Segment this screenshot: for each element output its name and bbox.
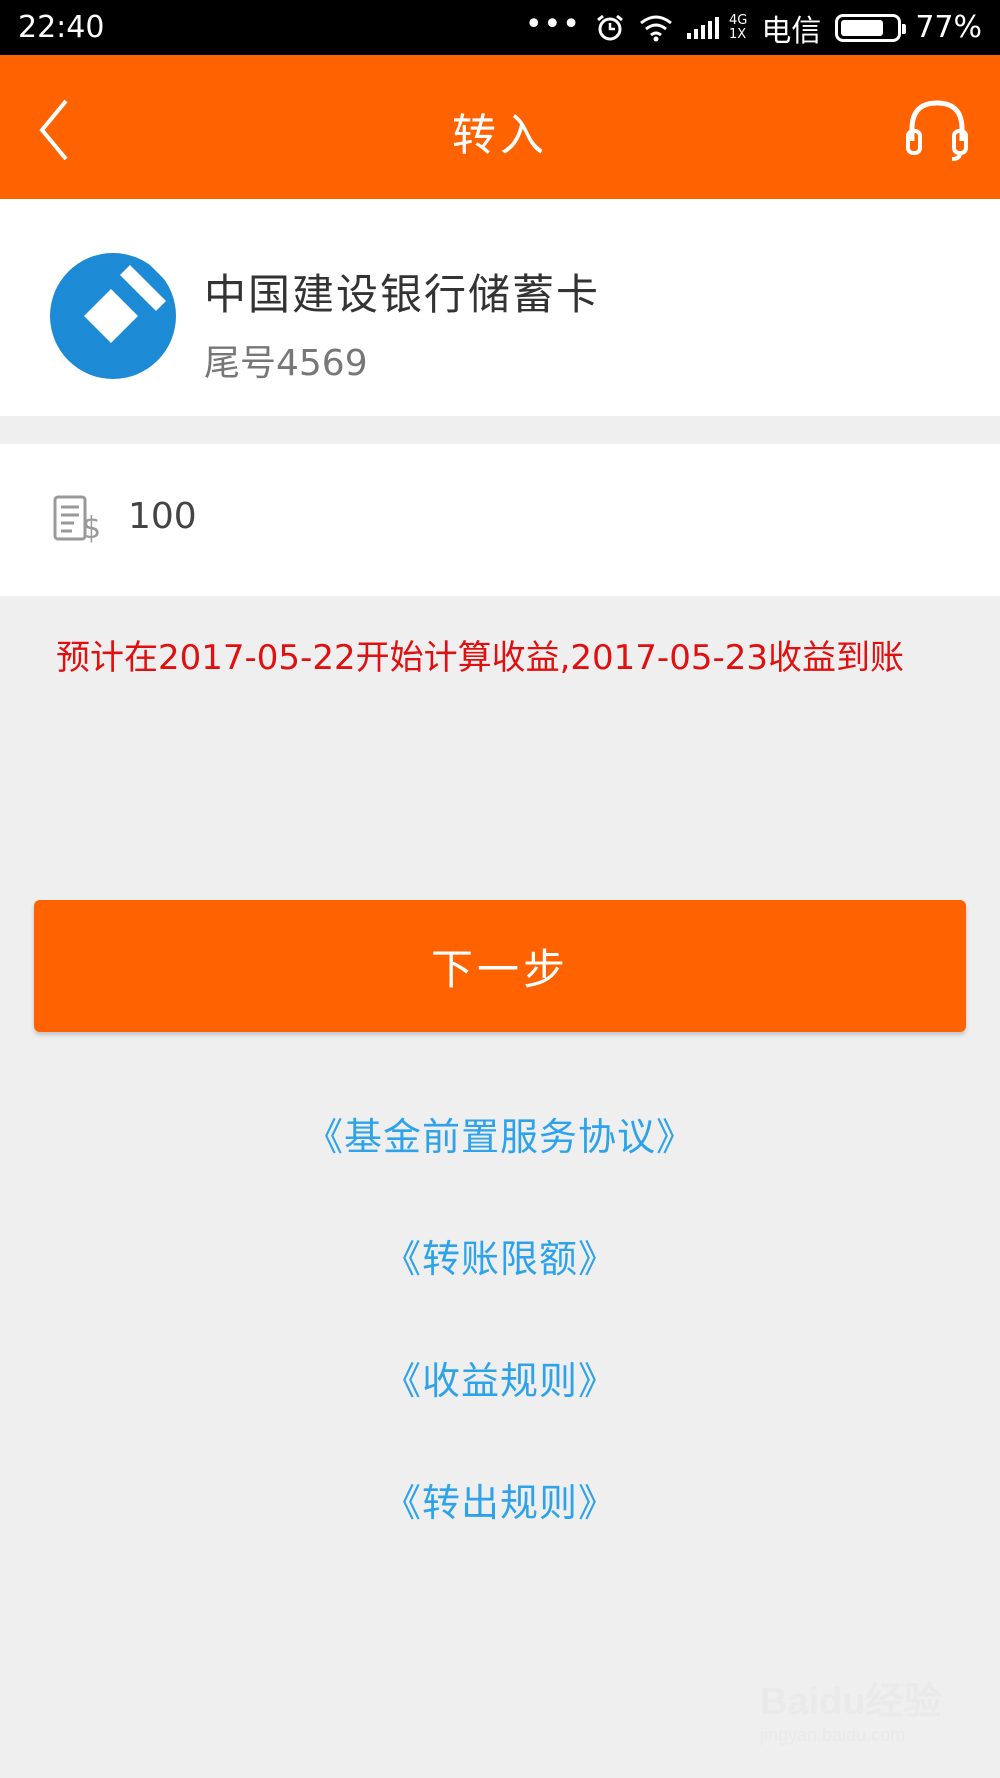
alarm-icon (595, 13, 625, 43)
status-bar: 22:40 ••• 4G 1X 电信 77% (0, 0, 1000, 55)
amount-row: $ 100 (0, 444, 1000, 596)
watermark-main: Baidu经验 (760, 1681, 942, 1723)
amount-input[interactable]: 100 (128, 496, 197, 537)
card-tail-number: 尾号4569 (204, 343, 368, 384)
status-icons: ••• 4G 1X 电信 77% (525, 6, 982, 50)
network-type-bottom: 1X (728, 26, 747, 42)
bank-name: 中国建设银行储蓄卡 (204, 270, 601, 319)
earnings-notice: 预计在2017-05-22开始计算收益,2017-05-23收益到账 (56, 638, 904, 678)
more-notifications-icon: ••• (524, 6, 581, 42)
ccb-logo-icon (50, 253, 178, 379)
wifi-icon (639, 14, 673, 42)
page-title: 转入 (452, 110, 548, 161)
svg-text:$: $ (82, 511, 101, 544)
watermark: Baidu经验 jingyan.baidu.com (760, 1670, 970, 1760)
customer-service-button[interactable] (902, 95, 972, 165)
battery-level-fill (841, 19, 883, 36)
next-step-button[interactable]: 下一步 (34, 900, 966, 1032)
bank-card-selector[interactable]: 中国建设银行储蓄卡 尾号4569 (0, 199, 1000, 416)
transfer-limit-link[interactable]: 《转账限额》 (0, 1228, 1000, 1283)
headset-icon (906, 100, 968, 161)
earnings-rules-link[interactable]: 《收益规则》 (0, 1350, 1000, 1405)
title-bar: 转入 (0, 55, 1000, 199)
fund-service-agreement-link[interactable]: 《基金前置服务协议》 (0, 1106, 1000, 1161)
cell-signal-icon (686, 15, 721, 41)
carrier-name: 电信 (761, 13, 822, 49)
network-type: 4G 1X (728, 12, 748, 42)
network-type-top: 4G (728, 12, 748, 28)
battery-percent: 77% (915, 10, 982, 45)
battery-icon (835, 13, 907, 42)
watermark-sub: jingyan.baidu.com (760, 1725, 906, 1745)
money-document-icon: $ (53, 495, 101, 544)
transfer-out-rules-link[interactable]: 《转出规则》 (0, 1472, 1000, 1527)
status-time: 22:40 (18, 10, 105, 45)
